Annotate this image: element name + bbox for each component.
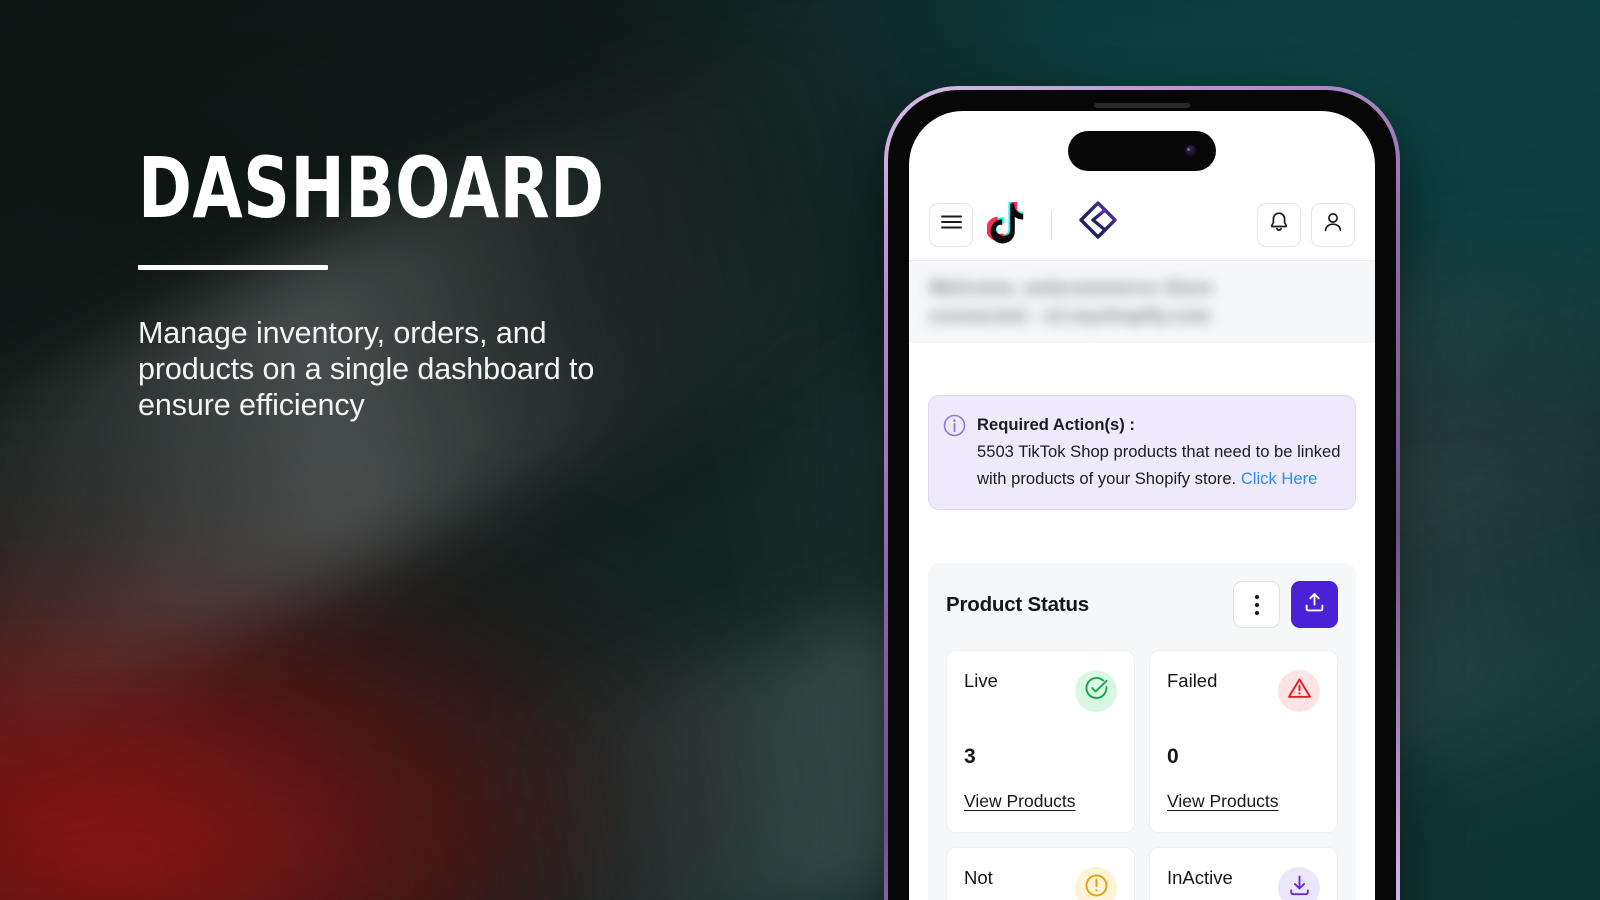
status-card-inactive[interactable]: InActive — [1149, 847, 1338, 900]
required-action-text: Required Action(s) : 5503 TikTok Shop pr… — [977, 411, 1341, 493]
status-card-not-synced[interactable]: Not — [946, 847, 1135, 900]
dynamic-island — [1068, 131, 1216, 171]
welcome-line-1: Welcome, webcommerce Store — [929, 278, 1214, 299]
tiktok-logo-icon — [986, 200, 1027, 249]
product-status-title: Product Status — [946, 592, 1089, 616]
status-card-top: Failed — [1167, 670, 1320, 712]
account-button[interactable] — [1311, 202, 1355, 247]
hamburger-menu-button[interactable] — [929, 202, 973, 247]
toolbar-divider — [1051, 209, 1052, 240]
product-status-actions — [1233, 581, 1338, 628]
phone-speaker-grille — [1094, 103, 1190, 108]
warning-triangle-icon — [1287, 676, 1312, 706]
check-circle-icon — [1084, 676, 1109, 706]
status-card-top: InActive — [1167, 867, 1320, 900]
product-status-header: Product Status — [946, 581, 1338, 628]
more-options-icon — [1254, 594, 1259, 599]
notifications-button[interactable] — [1257, 202, 1301, 247]
status-card-failed[interactable]: Failed 0 View Products — [1149, 650, 1338, 833]
hero-copy: DASHBOARD Manage inventory, orders, and … — [138, 139, 778, 424]
app-top-bar — [909, 189, 1375, 261]
view-products-link-failed[interactable]: View Products — [1167, 791, 1279, 812]
status-card-value: 3 — [964, 745, 976, 768]
status-badge-inactive — [1278, 867, 1320, 900]
product-status-card: Product Status Live 3 View Products Fail… — [928, 563, 1356, 900]
status-card-label: InActive — [1167, 867, 1233, 888]
status-card-label: Not — [964, 867, 993, 888]
status-card-top: Live — [964, 670, 1117, 712]
appbar-right-actions — [1257, 202, 1355, 247]
phone-mockup: Welcome, webcommerce Store connected : v… — [884, 86, 1400, 900]
brand-logo-group — [986, 199, 1120, 250]
phone-screen: Welcome, webcommerce Store connected : v… — [909, 111, 1375, 900]
page-title: DASHBOARD — [138, 139, 605, 237]
status-card-value: 0 — [1167, 745, 1179, 768]
phone-frame: Welcome, webcommerce Store connected : v… — [884, 86, 1400, 900]
hero-subheadline: Manage inventory, orders, and products o… — [138, 316, 595, 423]
status-card-top: Not — [964, 867, 1117, 900]
status-card-label: Failed — [1167, 670, 1218, 691]
hamburger-menu-icon — [940, 215, 962, 234]
required-action-title: Required Action(s) : — [977, 415, 1135, 434]
bell-icon — [1269, 211, 1289, 238]
download-icon — [1287, 873, 1312, 900]
upload-icon — [1303, 591, 1326, 619]
welcome-message: Welcome, webcommerce Store connected : v… — [909, 261, 1375, 343]
status-card-label: Live — [964, 670, 998, 691]
upload-button[interactable] — [1291, 581, 1338, 628]
status-badge-not-synced — [1075, 867, 1117, 900]
required-action-link[interactable]: Click Here — [1241, 469, 1318, 488]
status-card-live[interactable]: Live 3 View Products — [946, 650, 1135, 833]
required-action-banner: Required Action(s) : 5503 TikTok Shop pr… — [928, 395, 1356, 510]
more-options-button[interactable] — [1233, 581, 1280, 628]
more-options-icon-dot3 — [1254, 610, 1259, 615]
welcome-line-2: connected : v2.myshopify.com — [929, 305, 1211, 327]
view-products-link-live[interactable]: View Products — [964, 791, 1076, 812]
user-profile-icon — [1323, 211, 1343, 238]
welcome-blurred-content: Welcome, webcommerce Store connected : v… — [929, 275, 1355, 330]
phone-bezel: Welcome, webcommerce Store connected : v… — [888, 90, 1396, 900]
front-camera-icon — [1185, 145, 1197, 157]
product-status-grid: Live 3 View Products Failed 0 View Produ… — [946, 650, 1338, 900]
info-circle-icon — [943, 414, 966, 493]
more-options-icon-dot2 — [1254, 602, 1259, 607]
status-badge-live — [1075, 670, 1117, 712]
title-divider — [138, 265, 328, 271]
alert-circle-icon — [1084, 873, 1109, 900]
status-badge-failed — [1278, 670, 1320, 712]
cedcommerce-diamond-logo-icon — [1076, 199, 1120, 250]
